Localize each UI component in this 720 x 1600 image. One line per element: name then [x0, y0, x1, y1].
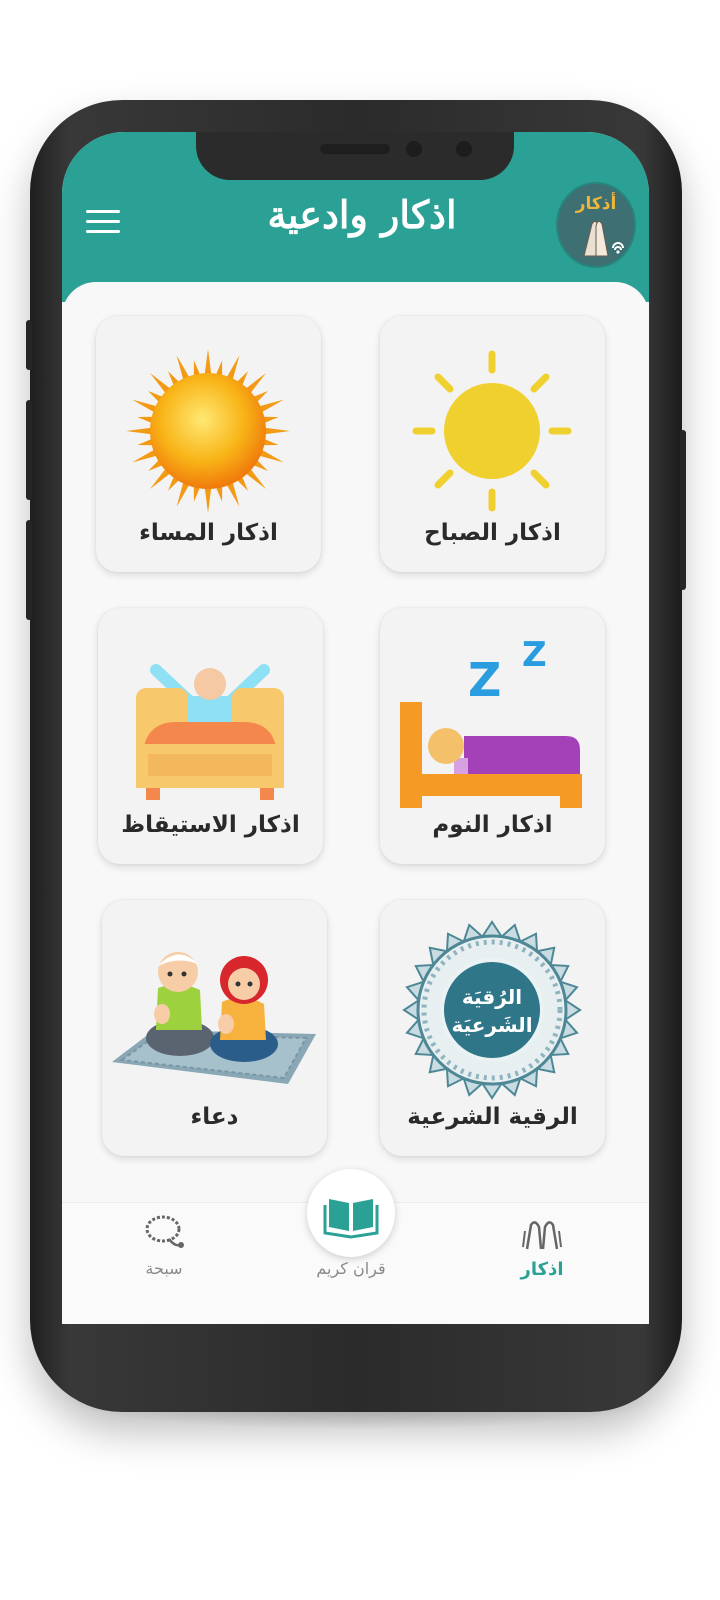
emblem-text-bottom: الشَرعيَة [451, 1013, 532, 1037]
card-label: دعاء [190, 1104, 239, 1130]
svg-text:Z: Z [522, 635, 547, 675]
card-sleep-azkar[interactable]: Z Z اذكار النوم [380, 608, 605, 864]
kids-praying-icon [112, 952, 316, 1084]
card-label: اذكار الصباح [424, 520, 561, 546]
prayer-beads-icon [145, 1215, 184, 1248]
sleep-bed-icon: Z Z [400, 635, 582, 808]
face-sensor [456, 141, 472, 157]
card-wakeup-azkar[interactable]: اذكار الاستيقاظ [98, 608, 323, 864]
praying-hands-logo-icon [583, 220, 624, 257]
power-button [680, 430, 686, 590]
nav-quran[interactable]: قران كريم [296, 1259, 406, 1278]
app-screen: اذكار وادعية أذكار اذكار المساء اذكار ال… [62, 132, 649, 1324]
app-logo: أذكار [556, 182, 636, 268]
earpiece-speaker [320, 144, 390, 154]
svg-text:Z: Z [468, 653, 501, 707]
app-title: اذكار وادعية [267, 192, 457, 237]
card-dua[interactable]: دعاء [102, 900, 327, 1156]
nav-quran-label: قران كريم [316, 1259, 386, 1278]
ruqyah-emblem-icon: الرُقيَة الشَرعيَة [402, 920, 582, 1100]
card-evening-azkar[interactable]: اذكار المساء [96, 316, 321, 572]
volume-up-button [26, 400, 32, 500]
card-ruqyah[interactable]: الرُقيَة الشَرعيَة الرقية الشرعية [380, 900, 605, 1156]
front-camera [406, 141, 422, 157]
volume-down-button [26, 520, 32, 620]
card-label: الرقية الشرعية [407, 1104, 578, 1130]
card-label: اذكار المساء [139, 520, 278, 546]
emblem-text-top: الرُقيَة [462, 985, 522, 1009]
open-book-icon [323, 1199, 379, 1239]
evening-sun-icon [126, 349, 290, 513]
nav-quran-button[interactable] [307, 1169, 395, 1257]
phone-notch [196, 132, 514, 180]
mute-switch [26, 320, 32, 370]
card-morning-azkar[interactable]: اذكار الصباح [380, 316, 605, 572]
card-label: اذكار الاستيقاظ [121, 812, 300, 838]
hamburger-menu-button[interactable] [86, 210, 120, 236]
bottom-navigation: سبحة قران كريم اذكار [62, 1169, 649, 1324]
card-label: اذكار النوم [432, 812, 553, 838]
nav-azkar-label: اذكار [520, 1259, 564, 1280]
nav-tasbih-label: سبحة [145, 1259, 183, 1278]
wake-up-bed-icon [136, 664, 284, 800]
nav-tasbih[interactable]: سبحة [126, 1211, 202, 1278]
content-grid: اذكار المساء اذكار الصباح اذكار الاستيقا… [62, 282, 649, 1324]
nav-azkar[interactable]: اذكار [504, 1211, 580, 1280]
praying-hands-icon [522, 1221, 562, 1250]
morning-sun-icon [412, 350, 572, 512]
